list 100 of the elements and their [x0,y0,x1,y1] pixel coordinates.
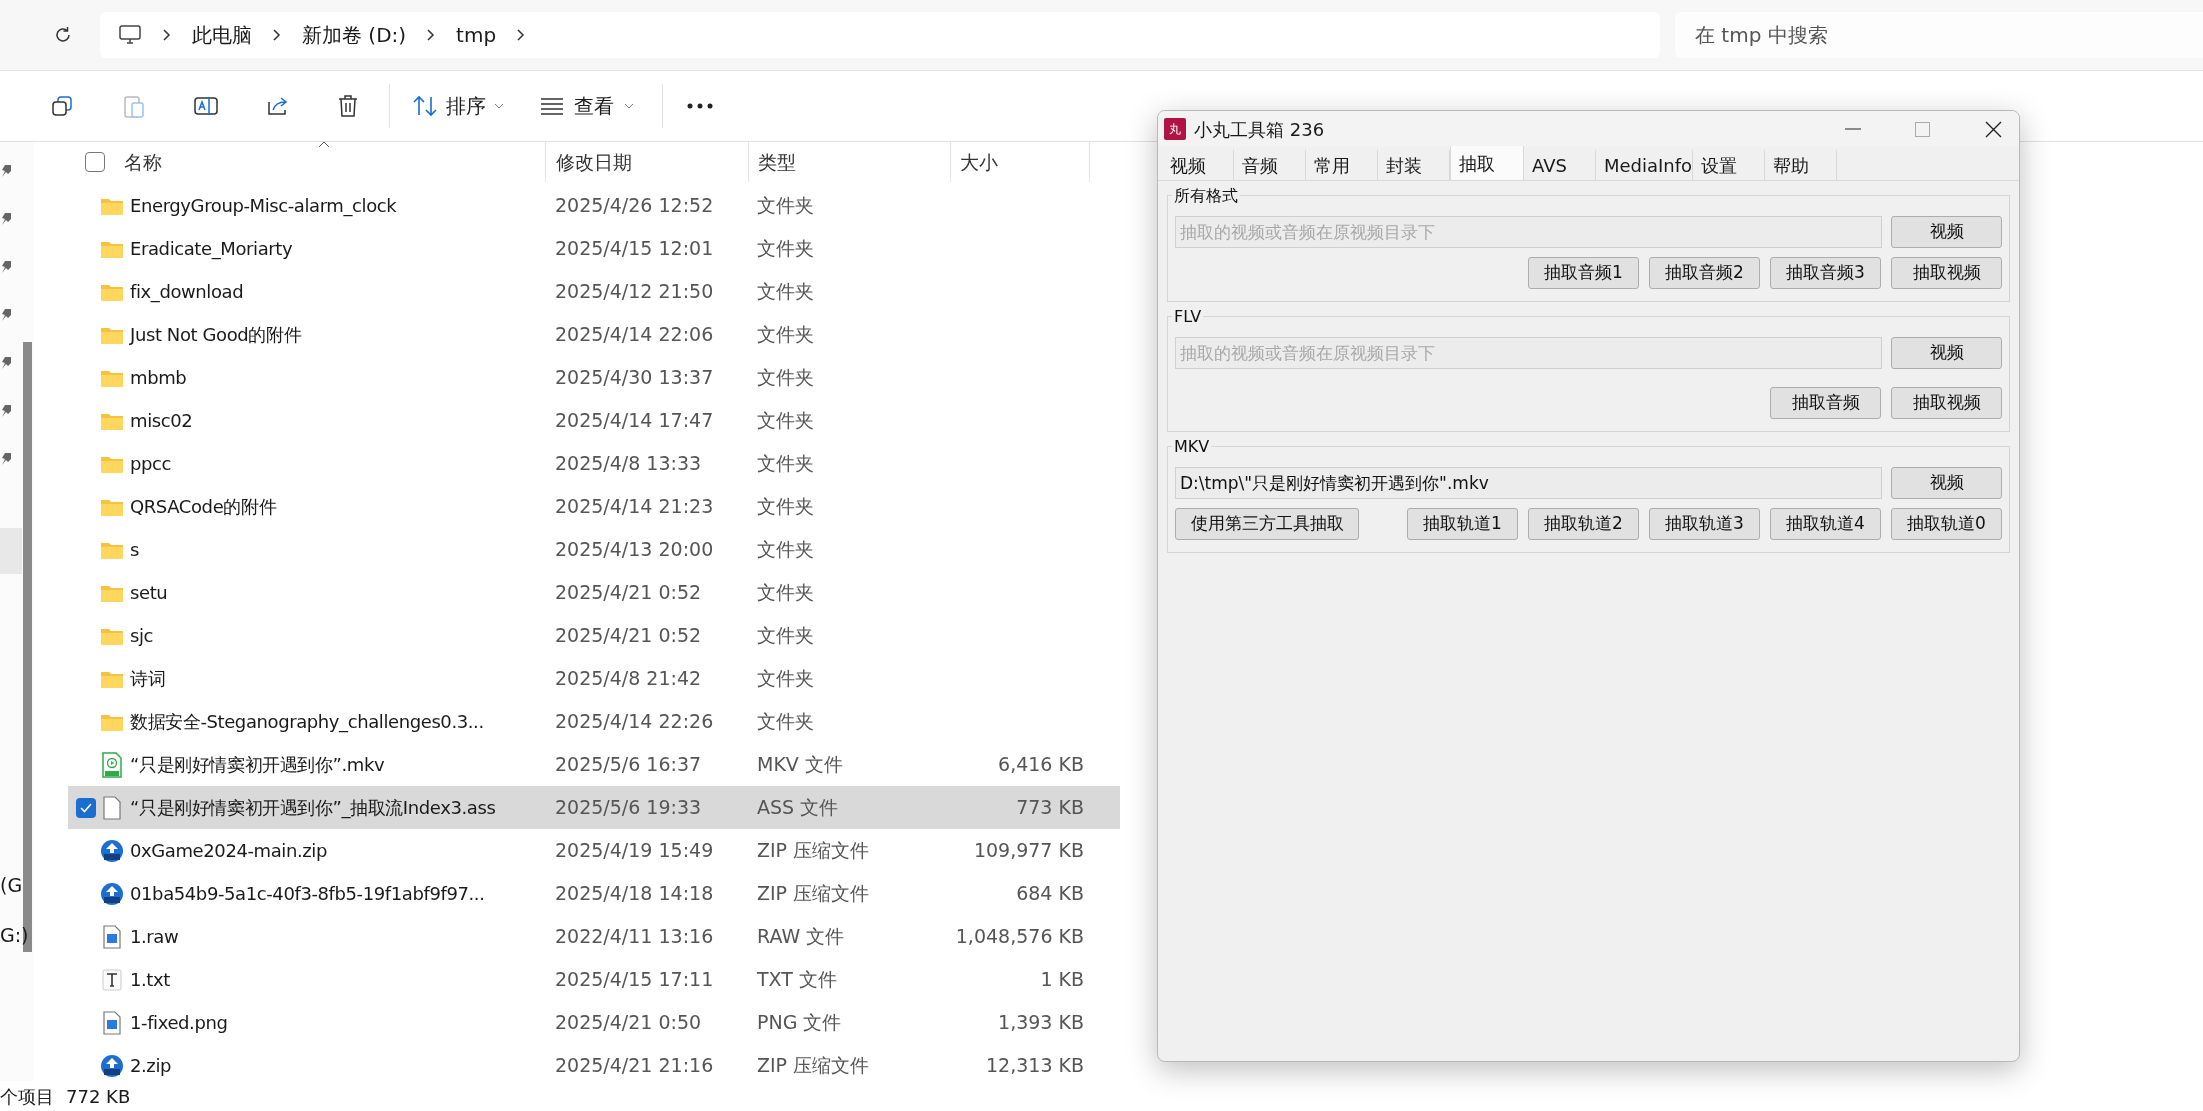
dialog-button[interactable]: 视频 [1891,467,2002,499]
file-name: 1.raw [130,925,179,949]
date-cell-text: 2022/4/11 13:16 [554,924,715,950]
type-cell-text: TXT 文件 [756,967,838,993]
file-name: “只是刚好情窦初开遇到你”.mkv [130,753,385,777]
dialog-button[interactable]: 抽取音频2 [1649,257,1760,289]
dialog-button[interactable]: 抽取轨道0 [1891,508,2002,540]
view-button[interactable]: 查看 [540,91,634,121]
date-cell-text: 2025/5/6 16:37 [554,752,703,778]
file-row[interactable]: 01ba54b9-5a1c-40f3-8fb5-19f1abf9f97... 2025/4/18 14:18 ZIP 压缩文件 684 KB [68,872,1120,915]
path-field[interactable]: D:\tmp\"只是刚好情窦初开遇到你".mkv [1175,467,1882,499]
zip-file-icon [100,838,124,863]
file-name: 数据安全-Steganography_challenges0.3... [130,710,484,735]
file-name: 01ba54b9-5a1c-40f3-8fb5-19f1abf9f97... [130,882,485,906]
file-row[interactable]: 数据安全-Steganography_challenges0.3... 2025/4/14 22:26 文件夹 [68,700,1120,743]
select-all-checkbox[interactable] [85,152,105,172]
dialog-button[interactable]: 视频 [1891,216,2002,248]
copy-icon[interactable] [50,94,74,118]
file-row[interactable]: 1.txt 2025/4/15 17:11 TXT 文件 1 KB [68,958,1120,1001]
date-cell-text: 2025/4/8 21:42 [554,666,703,692]
blank-file-icon [103,795,121,820]
file-row[interactable]: 1-fixed.png 2025/4/21 0:50 PNG 文件 1,393 KB [68,1001,1120,1044]
dialog-button[interactable]: 抽取音频 [1770,387,1881,419]
dialog-button[interactable]: 抽取轨道4 [1770,508,1881,540]
path-field[interactable]: 抽取的视频或音频在原视频目录下 [1175,216,1882,248]
type-cell-text: PNG 文件 [756,1010,843,1036]
tab[interactable]: 抽取 [1450,146,1524,180]
dialog-button[interactable]: 抽取轨道2 [1528,508,1639,540]
date-cell-text: 2025/4/21 0:52 [554,580,703,606]
dialog-button[interactable]: 抽取音频3 [1770,257,1881,289]
breadcrumb-item[interactable]: 新加卷 (D:) [302,20,407,50]
dialog-button[interactable]: 抽取轨道1 [1407,508,1518,540]
breadcrumb-item[interactable]: 此电脑 [192,20,252,50]
file-row[interactable]: 诗词 2025/4/8 21:42 文件夹 [68,657,1120,700]
sort-button[interactable]: 排序 [412,91,504,121]
date-cell-text: 2025/4/26 12:52 [554,193,715,219]
rename-icon[interactable] [193,94,219,118]
file-row[interactable]: s 2025/4/13 20:00 文件夹 [68,528,1120,571]
close-icon[interactable] [1985,120,2002,138]
dialog-button[interactable]: 抽取音频1 [1528,257,1639,289]
search-field[interactable]: 在 tmp 中搜索 [1675,12,2203,58]
type-cell-text: RAW 文件 [756,924,846,950]
file-name: misc02 [130,409,193,433]
type-cell-text: 文件夹 [756,193,815,219]
file-row[interactable]: 0xGame2024-main.zip 2025/4/19 15:49 ZIP 压缩文件 109,977 KB [68,829,1120,872]
delete-icon[interactable] [337,94,359,118]
column-header[interactable]: 类型 [748,142,950,182]
size-cell-text: 1 KB [1040,967,1084,993]
file-row[interactable]: setu 2025/4/21 0:52 文件夹 [68,571,1120,614]
file-row[interactable]: ppcc 2025/4/8 13:33 文件夹 [68,442,1120,485]
dialog-button[interactable]: 使用第三方工具抽取 [1175,508,1359,540]
pin-icon [1,164,13,178]
address-bar[interactable]: 此电脑 新加卷 (D:) tmp [100,12,1660,58]
sort-caret-icon [318,141,330,148]
pin-icon [1,356,13,370]
type-cell-text: ZIP 压缩文件 [756,881,871,907]
size-cell-text: 1,048,576 KB [955,924,1084,950]
file-row[interactable]: “只是刚好情窦初开遇到你”_抽取流Index3.ass 2025/5/6 19:33 ASS 文件 773 KB [68,786,1120,829]
file-row[interactable]: “只是刚好情窦初开遇到你”.mkv 2025/5/6 16:37 MKV 文件 6,416 KB [68,743,1120,786]
dialog-button[interactable]: 抽取视频 [1891,257,2002,289]
file-name: 0xGame2024-main.zip [130,839,327,863]
file-name: 2.zip [130,1054,172,1078]
more-icon[interactable] [687,103,713,109]
type-cell-text: 文件夹 [756,623,815,649]
dialog-button[interactable]: 抽取轨道3 [1649,508,1760,540]
column-header[interactable]: 名称 [124,147,162,177]
file-row[interactable]: Just Not Good的附件 2025/4/14 22:06 文件夹 [68,313,1120,356]
size-cell-text: 773 KB [1016,795,1084,821]
breadcrumb-item[interactable]: tmp [456,20,497,50]
date-cell-text: 2025/4/8 13:33 [554,451,703,477]
file-row[interactable]: 1.raw 2022/4/11 13:16 RAW 文件 1,048,576 KB [68,915,1120,958]
row-checkbox[interactable] [76,797,96,818]
file-row[interactable]: misc02 2025/4/14 17:47 文件夹 [68,399,1120,442]
nav-item[interactable]: G:) [0,925,29,945]
refresh-icon[interactable] [53,25,73,45]
file-name: setu [130,581,168,605]
caret-icon [624,103,634,109]
type-cell-text: ZIP 压缩文件 [756,838,871,864]
path-field[interactable]: 抽取的视频或音频在原视频目录下 [1175,337,1882,369]
video-file-icon [102,751,122,778]
file-row[interactable]: EnergyGroup-Misc-alarm_clock 2025/4/26 12:52 文件夹 [68,184,1120,227]
column-header[interactable]: 修改日期 [545,142,748,182]
dialog-button[interactable]: 视频 [1891,337,2002,369]
file-row[interactable]: fix_download 2025/4/12 21:50 文件夹 [68,270,1120,313]
pin-icon [1,308,13,322]
file-row[interactable]: mbmb 2025/4/30 13:37 文件夹 [68,356,1120,399]
column-header[interactable]: 大小 [950,142,1090,182]
date-cell-text: 2025/4/12 21:50 [554,279,715,305]
type-cell-text: MKV 文件 [756,752,844,778]
pin-icon [1,404,13,418]
file-row[interactable]: QRSACode的附件 2025/4/14 21:23 文件夹 [68,485,1120,528]
file-row[interactable]: Eradicate_Moriarty 2025/4/15 12:01 文件夹 [68,227,1120,270]
file-name: fix_download [130,280,244,305]
date-cell-text: 2025/4/15 17:11 [554,967,715,993]
file-row[interactable]: 2.zip 2025/4/21 21:16 ZIP 压缩文件 12,313 KB [68,1044,1120,1087]
dialog-button[interactable]: 抽取视频 [1891,387,2002,419]
type-cell-text: 文件夹 [756,365,815,391]
file-row[interactable]: sjc 2025/4/21 0:52 文件夹 [68,614,1120,657]
date-cell-text: 2025/5/6 19:33 [554,795,703,821]
nav-item[interactable]: (G [0,875,29,895]
